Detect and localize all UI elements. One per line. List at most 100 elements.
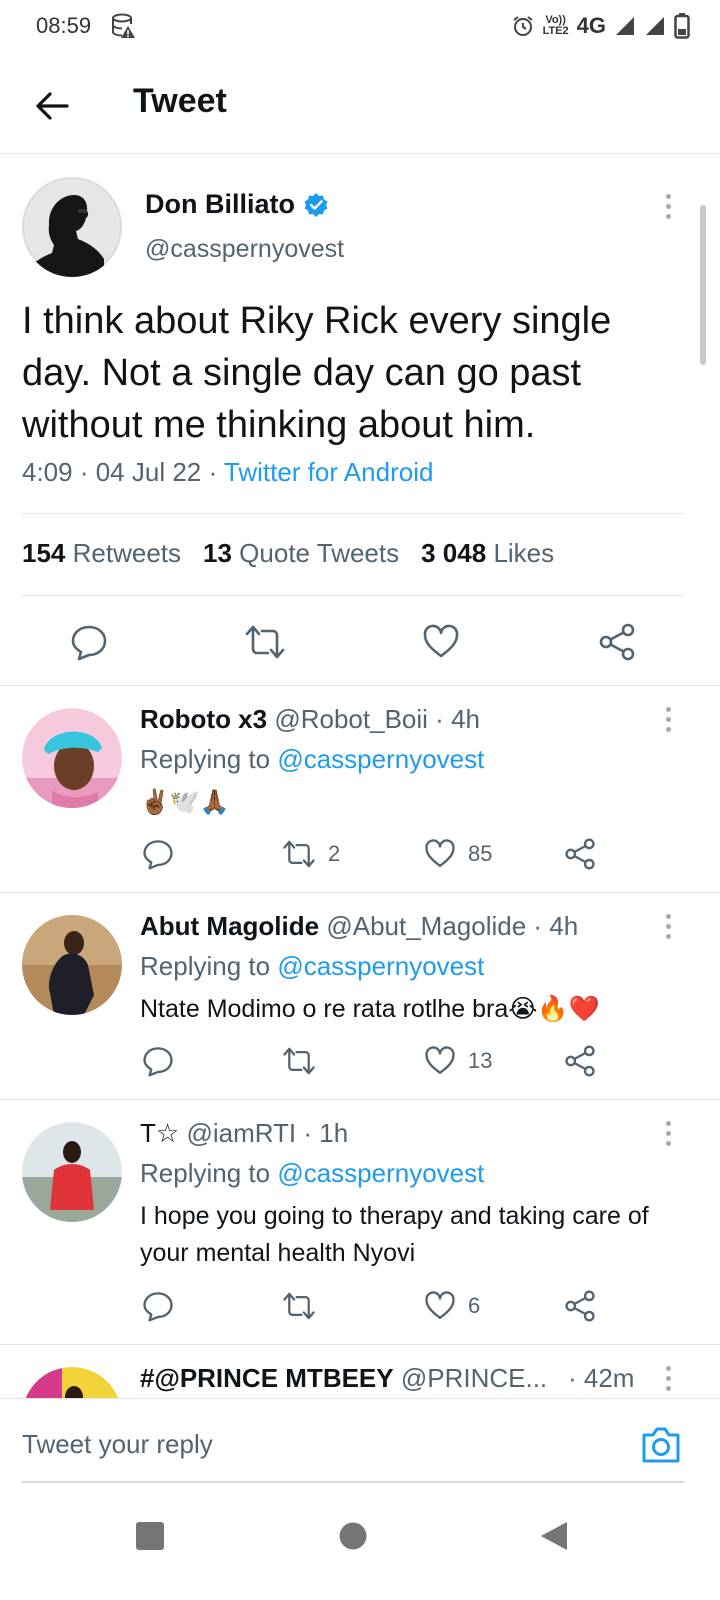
reply-tweet[interactable]: Roboto x3 @Robot_Boii · 4h Replying to @… [0, 686, 720, 891]
status-icons: Vo)) LTE2 4G [511, 10, 690, 42]
back-nav-button[interactable] [532, 1514, 576, 1558]
more-options-icon[interactable] [656, 911, 680, 941]
reply-avatar[interactable] [22, 915, 122, 1015]
author-handle[interactable]: @casspernyovest [145, 235, 344, 264]
retweet-icon [283, 1047, 315, 1075]
tweet-actions [0, 615, 720, 675]
replying-to: Replying to @casspernyovest [140, 744, 485, 774]
reply-author-name[interactable]: Roboto x3 [140, 704, 267, 734]
tweet-stats: 154 Retweets 13 Quote Tweets 3 048 Likes [22, 538, 554, 569]
more-options-icon[interactable] [656, 1363, 680, 1393]
alarm-icon [512, 16, 533, 36]
home-icon [339, 1522, 367, 1550]
system-nav-bar [0, 1484, 720, 1600]
reply-header: Abut Magolide @Abut_Magolide · 4h [140, 911, 579, 941]
back-button[interactable] [30, 84, 74, 128]
share-button[interactable] [564, 838, 596, 870]
reply-icon [143, 1292, 173, 1322]
reply-tweet[interactable]: Abut Magolide @Abut_Magolide · 4h Replyi… [0, 893, 720, 1098]
likes-stat[interactable]: 3 048 Likes [421, 538, 554, 569]
reply-text: Ntate Modimo o re rata rotlhe bra😭🔥❤️ [140, 995, 600, 1023]
tweet-text: I think about Riky Rick every single day… [22, 300, 612, 446]
heart-icon [425, 1291, 455, 1319]
retweet-button[interactable] [282, 1290, 328, 1322]
reply-time: 4h [451, 704, 480, 734]
quotes-stat[interactable]: 13 Quote Tweets [203, 538, 399, 569]
divider [22, 513, 684, 514]
reply-button[interactable] [142, 1290, 174, 1322]
reply-author-name[interactable]: #@PRINCE MTBEEY [140, 1363, 394, 1393]
like-count: 85 [468, 841, 493, 866]
reply-composer: Tweet your reply [0, 1398, 720, 1483]
replying-to-mention[interactable]: @casspernyovest [277, 1158, 484, 1188]
like-count: 13 [468, 1048, 493, 1073]
reply-time: 42m [583, 1363, 635, 1393]
back-arrow-icon [36, 92, 69, 120]
share-icon [565, 838, 595, 870]
author-name[interactable]: Don Billiato [145, 189, 329, 220]
reply-author-handle[interactable]: @Abut_Magolide [326, 911, 526, 941]
like-count: 6 [468, 1293, 481, 1318]
more-options-icon[interactable] [656, 704, 680, 734]
retweet-icon [283, 840, 315, 868]
avatar-image [22, 1367, 119, 1398]
reply-author-handle[interactable]: @iamRTI [186, 1118, 296, 1148]
share-button[interactable] [564, 1290, 596, 1322]
reply-icon [143, 1047, 173, 1077]
back-triangle-icon [541, 1522, 567, 1550]
more-options-icon[interactable] [656, 1118, 680, 1148]
reply-input-underline [22, 1481, 684, 1483]
like-button[interactable] [422, 623, 460, 661]
verified-badge-icon [304, 192, 328, 217]
reply-avatar[interactable] [22, 1122, 122, 1222]
home-button[interactable] [331, 1514, 375, 1558]
reply-time: 4h [549, 911, 579, 941]
camera-icon[interactable] [640, 1425, 682, 1465]
reply-author-handle[interactable]: @PRINCE... [401, 1363, 547, 1393]
like-button[interactable]: 85 [424, 838, 492, 870]
reply-header: Roboto x3 @Robot_Boii · 4h [140, 704, 480, 734]
recents-button[interactable] [128, 1514, 172, 1558]
reply-author-name[interactable]: Abut Magolide [140, 911, 319, 941]
avatar-image [22, 1122, 122, 1222]
reply-tweet[interactable]: T☆ @iamRTI · 1h Replying to @casspernyov… [0, 1100, 720, 1344]
reply-text: ✌🏾🕊️🙏🏾 [140, 789, 230, 816]
reply-button[interactable] [70, 623, 108, 661]
divider [22, 595, 684, 596]
share-button[interactable] [598, 623, 636, 661]
retweet-button[interactable]: 2 [282, 838, 340, 870]
signal-icon-2 [646, 17, 664, 35]
tweet-source[interactable]: Twitter for Android [224, 457, 434, 487]
reply-text: I hope you going to therapy and taking c… [140, 1202, 649, 1267]
reply-tweet[interactable]: #@PRINCE MTBEEY @PRINCE... · 42m [0, 1345, 720, 1398]
retweet-button[interactable] [282, 1045, 328, 1077]
status-time: 08:59 [36, 13, 92, 38]
author-avatar[interactable] [22, 177, 122, 277]
reply-avatar[interactable] [22, 708, 122, 808]
status-bar: 08:59 Vo)) LTE2 4G [0, 0, 720, 54]
reply-author-handle[interactable]: @Robot_Boii [274, 704, 428, 734]
reply-icon [71, 625, 107, 661]
retweet-icon [245, 625, 285, 659]
reply-button[interactable] [142, 1045, 174, 1077]
replying-to: Replying to @casspernyovest [140, 951, 485, 981]
avatar-image [22, 915, 122, 1015]
reply-avatar[interactable] [22, 1367, 122, 1398]
replying-to-mention[interactable]: @casspernyovest [277, 951, 484, 981]
reply-input[interactable]: Tweet your reply [22, 1429, 213, 1460]
retweets-stat[interactable]: 154 Retweets [22, 538, 181, 569]
like-button[interactable]: 13 [424, 1045, 492, 1077]
more-options-icon[interactable] [656, 191, 680, 221]
replying-to-mention[interactable]: @casspernyovest [277, 744, 484, 774]
scrollbar[interactable] [700, 205, 706, 365]
like-button[interactable]: 6 [424, 1290, 480, 1322]
share-icon [565, 1045, 595, 1077]
share-button[interactable] [564, 1045, 596, 1077]
reply-icon [143, 840, 173, 870]
replying-to: Replying to @casspernyovest [140, 1158, 485, 1188]
avatar-image [22, 708, 122, 808]
reply-button[interactable] [142, 838, 174, 870]
reply-author-name[interactable]: T☆ [140, 1118, 179, 1148]
retweet-button[interactable] [244, 623, 286, 661]
reply-header: T☆ @iamRTI · 1h [140, 1118, 349, 1148]
